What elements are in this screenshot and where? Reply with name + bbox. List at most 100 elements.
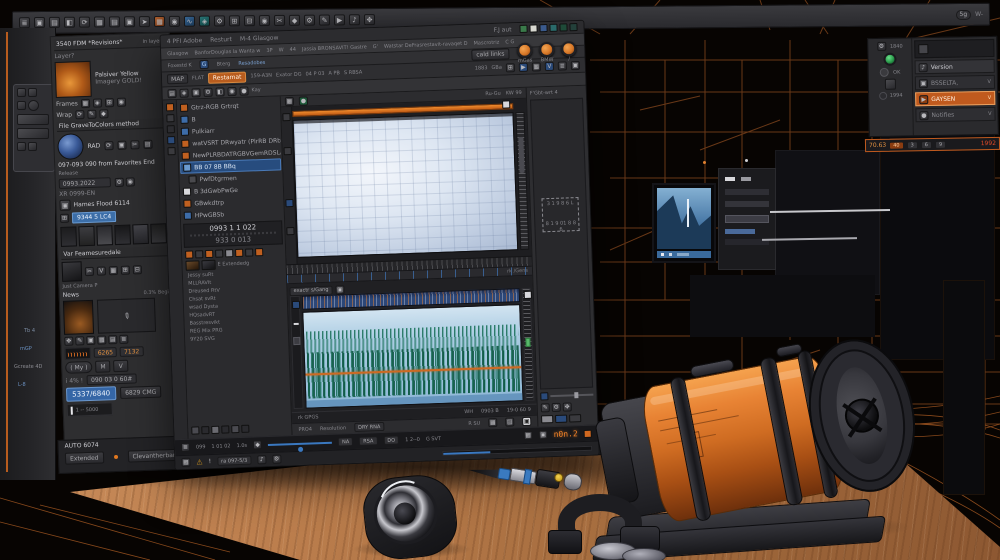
rp-header-chip[interactable] xyxy=(918,44,928,54)
toolbar-item[interactable]: A PB xyxy=(328,70,340,76)
seq-chip[interactable] xyxy=(235,249,243,257)
toolbar-right-pill[interactable]: 5g xyxy=(955,9,971,19)
cluster-button-v[interactable]: V xyxy=(113,360,128,372)
wave-scroll-top[interactable] xyxy=(524,291,532,299)
material-thumb[interactable] xyxy=(529,24,537,32)
knob-mid[interactable] xyxy=(539,42,555,58)
bezel-dial[interactable] xyxy=(28,100,39,111)
seq-chip[interactable] xyxy=(215,249,223,257)
bezel-btn[interactable] xyxy=(17,88,26,97)
rpb-chip[interactable]: 6 xyxy=(921,141,932,149)
material-thumb[interactable] xyxy=(519,25,527,33)
texture-thumb[interactable] xyxy=(96,225,113,246)
menu-item[interactable]: BanforDouglas la Wanta w xyxy=(194,48,260,56)
texture-icon[interactable]: ▦ xyxy=(154,16,165,27)
menu-item[interactable]: Resturt xyxy=(210,36,232,44)
new-file-icon[interactable]: ▣ xyxy=(34,17,45,28)
strip-thumb[interactable] xyxy=(241,425,249,433)
strip-chip-blue[interactable] xyxy=(167,136,175,144)
side-thumb[interactable] xyxy=(569,414,581,422)
tb4-btn[interactable]: ♪ xyxy=(257,455,266,464)
tree-item[interactable]: HPwGBSb xyxy=(182,206,283,222)
material-thumb[interactable] xyxy=(549,24,557,32)
value-chip-b[interactable]: 7132 xyxy=(120,346,144,357)
scissors-icon[interactable]: ✂ xyxy=(130,140,139,149)
mic-icon[interactable]: ♪ xyxy=(349,14,360,25)
rp-btn[interactable]: ⚙ xyxy=(877,42,886,51)
snap-icon[interactable]: ⊞ xyxy=(229,15,240,26)
save-icon[interactable]: ◧ xyxy=(64,17,75,28)
strip-chip[interactable] xyxy=(167,147,175,155)
wave-green-marker[interactable] xyxy=(525,338,530,347)
wrap-icon2[interactable]: ✎ xyxy=(87,110,96,119)
dry-rna-chip[interactable]: DRY RNA xyxy=(354,422,385,432)
viewport-corner-btn[interactable] xyxy=(502,100,510,108)
app-menu-icon[interactable]: ≣ xyxy=(19,17,30,28)
viewport-canvas[interactable] xyxy=(293,112,519,258)
side-thumb[interactable] xyxy=(541,415,553,423)
viewport-chip-a[interactable]: Ru-Gu xyxy=(485,91,501,98)
tb3-chip[interactable]: 1 01 02 xyxy=(211,443,230,450)
menu-item[interactable]: Jassia BRONSAVIT! Gastre xyxy=(302,44,367,52)
layers-icon[interactable]: ▦ xyxy=(94,16,105,27)
globe-icon[interactable]: G xyxy=(200,60,209,69)
rail-btn[interactable] xyxy=(282,113,290,121)
doc-icon[interactable]: ▣ xyxy=(124,16,135,27)
menu-item[interactable]: Resadobes xyxy=(238,59,265,66)
texture-thumb[interactable] xyxy=(60,226,77,247)
mirror-icon[interactable]: ⊟ xyxy=(244,15,255,26)
tp-btn[interactable]: ▦ xyxy=(488,418,497,427)
strip-thumb[interactable] xyxy=(191,426,199,434)
knob-high[interactable] xyxy=(517,43,533,59)
strip-thumb[interactable] xyxy=(231,425,239,433)
tb3-btn[interactable]: ▣ xyxy=(538,430,547,439)
seq-chip[interactable] xyxy=(255,248,263,256)
transport-chip[interactable]: WH xyxy=(464,409,473,415)
menu-item[interactable]: C G xyxy=(505,39,514,45)
pin-icon[interactable]: ◆ xyxy=(289,15,300,26)
waveform-display[interactable] xyxy=(302,304,523,409)
side-btn[interactable]: ⚙ xyxy=(552,403,561,412)
frames-icon4[interactable]: ◉ xyxy=(117,98,126,107)
material-thumb[interactable] xyxy=(539,24,547,32)
cluster-button-my[interactable]: ( My ) xyxy=(65,361,93,374)
pen-icon[interactable]: ✎ xyxy=(121,310,132,321)
menu-item[interactable]: 3P xyxy=(266,47,272,53)
transport-chip[interactable]: Resolution xyxy=(320,425,346,432)
rp-row-gaysen[interactable]: ▶ GAYSEN ᐯ xyxy=(915,91,995,106)
material-blue-icon[interactable]: ∿ xyxy=(184,16,195,27)
transport-chip[interactable]: R SU xyxy=(468,420,480,426)
open-file-icon[interactable]: ▤ xyxy=(49,17,60,28)
rail-btn-blue[interactable] xyxy=(285,199,293,207)
cursor-icon[interactable]: ➤ xyxy=(139,16,150,27)
toolbar-item[interactable]: S RBSA xyxy=(344,69,362,76)
frames-icon3[interactable]: ⊞ xyxy=(105,98,114,107)
tool-btn-1[interactable]: ✥ xyxy=(64,337,73,346)
knob-low[interactable] xyxy=(561,41,577,57)
magnet-icon[interactable]: ⚙ xyxy=(214,15,225,26)
refresh-icon[interactable]: ⟳ xyxy=(104,141,113,150)
tb3-chip-na[interactable]: NA xyxy=(338,437,353,447)
bezel-btn[interactable] xyxy=(17,101,26,110)
material-thumb[interactable] xyxy=(569,23,577,31)
tb3-menu-icon[interactable]: ≣ xyxy=(181,443,190,452)
release-eye-icon[interactable]: ◉ xyxy=(126,177,135,186)
viewport-chip-b[interactable]: KW 99 xyxy=(506,90,522,97)
tb3-chip[interactable]: 099 xyxy=(196,444,206,450)
node-selection-box[interactable]: 3 1 9 8 6 L 8 1 9 01 8 8 6 xyxy=(541,197,579,232)
texture-thumb[interactable] xyxy=(78,226,95,247)
value-chip-a[interactable]: 6265 xyxy=(94,347,118,358)
news-thumbnail[interactable] xyxy=(63,300,94,335)
hand-icon[interactable]: ✥ xyxy=(364,14,375,25)
rp-circle-btn2[interactable] xyxy=(879,92,887,100)
strip-chip[interactable] xyxy=(166,114,174,122)
rp-row-bsselta[interactable]: ▣ BSSELTA, ᐯ xyxy=(915,75,995,90)
vp-btn[interactable]: ● xyxy=(299,96,308,105)
tp-btn[interactable]: ▣ xyxy=(522,417,531,426)
tb3-chip[interactable]: 1.0s xyxy=(236,442,247,448)
play-icon[interactable]: ▶ xyxy=(334,14,345,25)
tb3-chip-rsa[interactable]: RSA xyxy=(359,436,377,446)
node-graph-area[interactable]: 3 1 9 8 6 L 8 1 9 01 8 8 6 xyxy=(530,98,593,390)
primary-blue-button[interactable]: 5337/6840 xyxy=(66,386,116,402)
frame-icon[interactable]: ▣ xyxy=(117,140,126,149)
